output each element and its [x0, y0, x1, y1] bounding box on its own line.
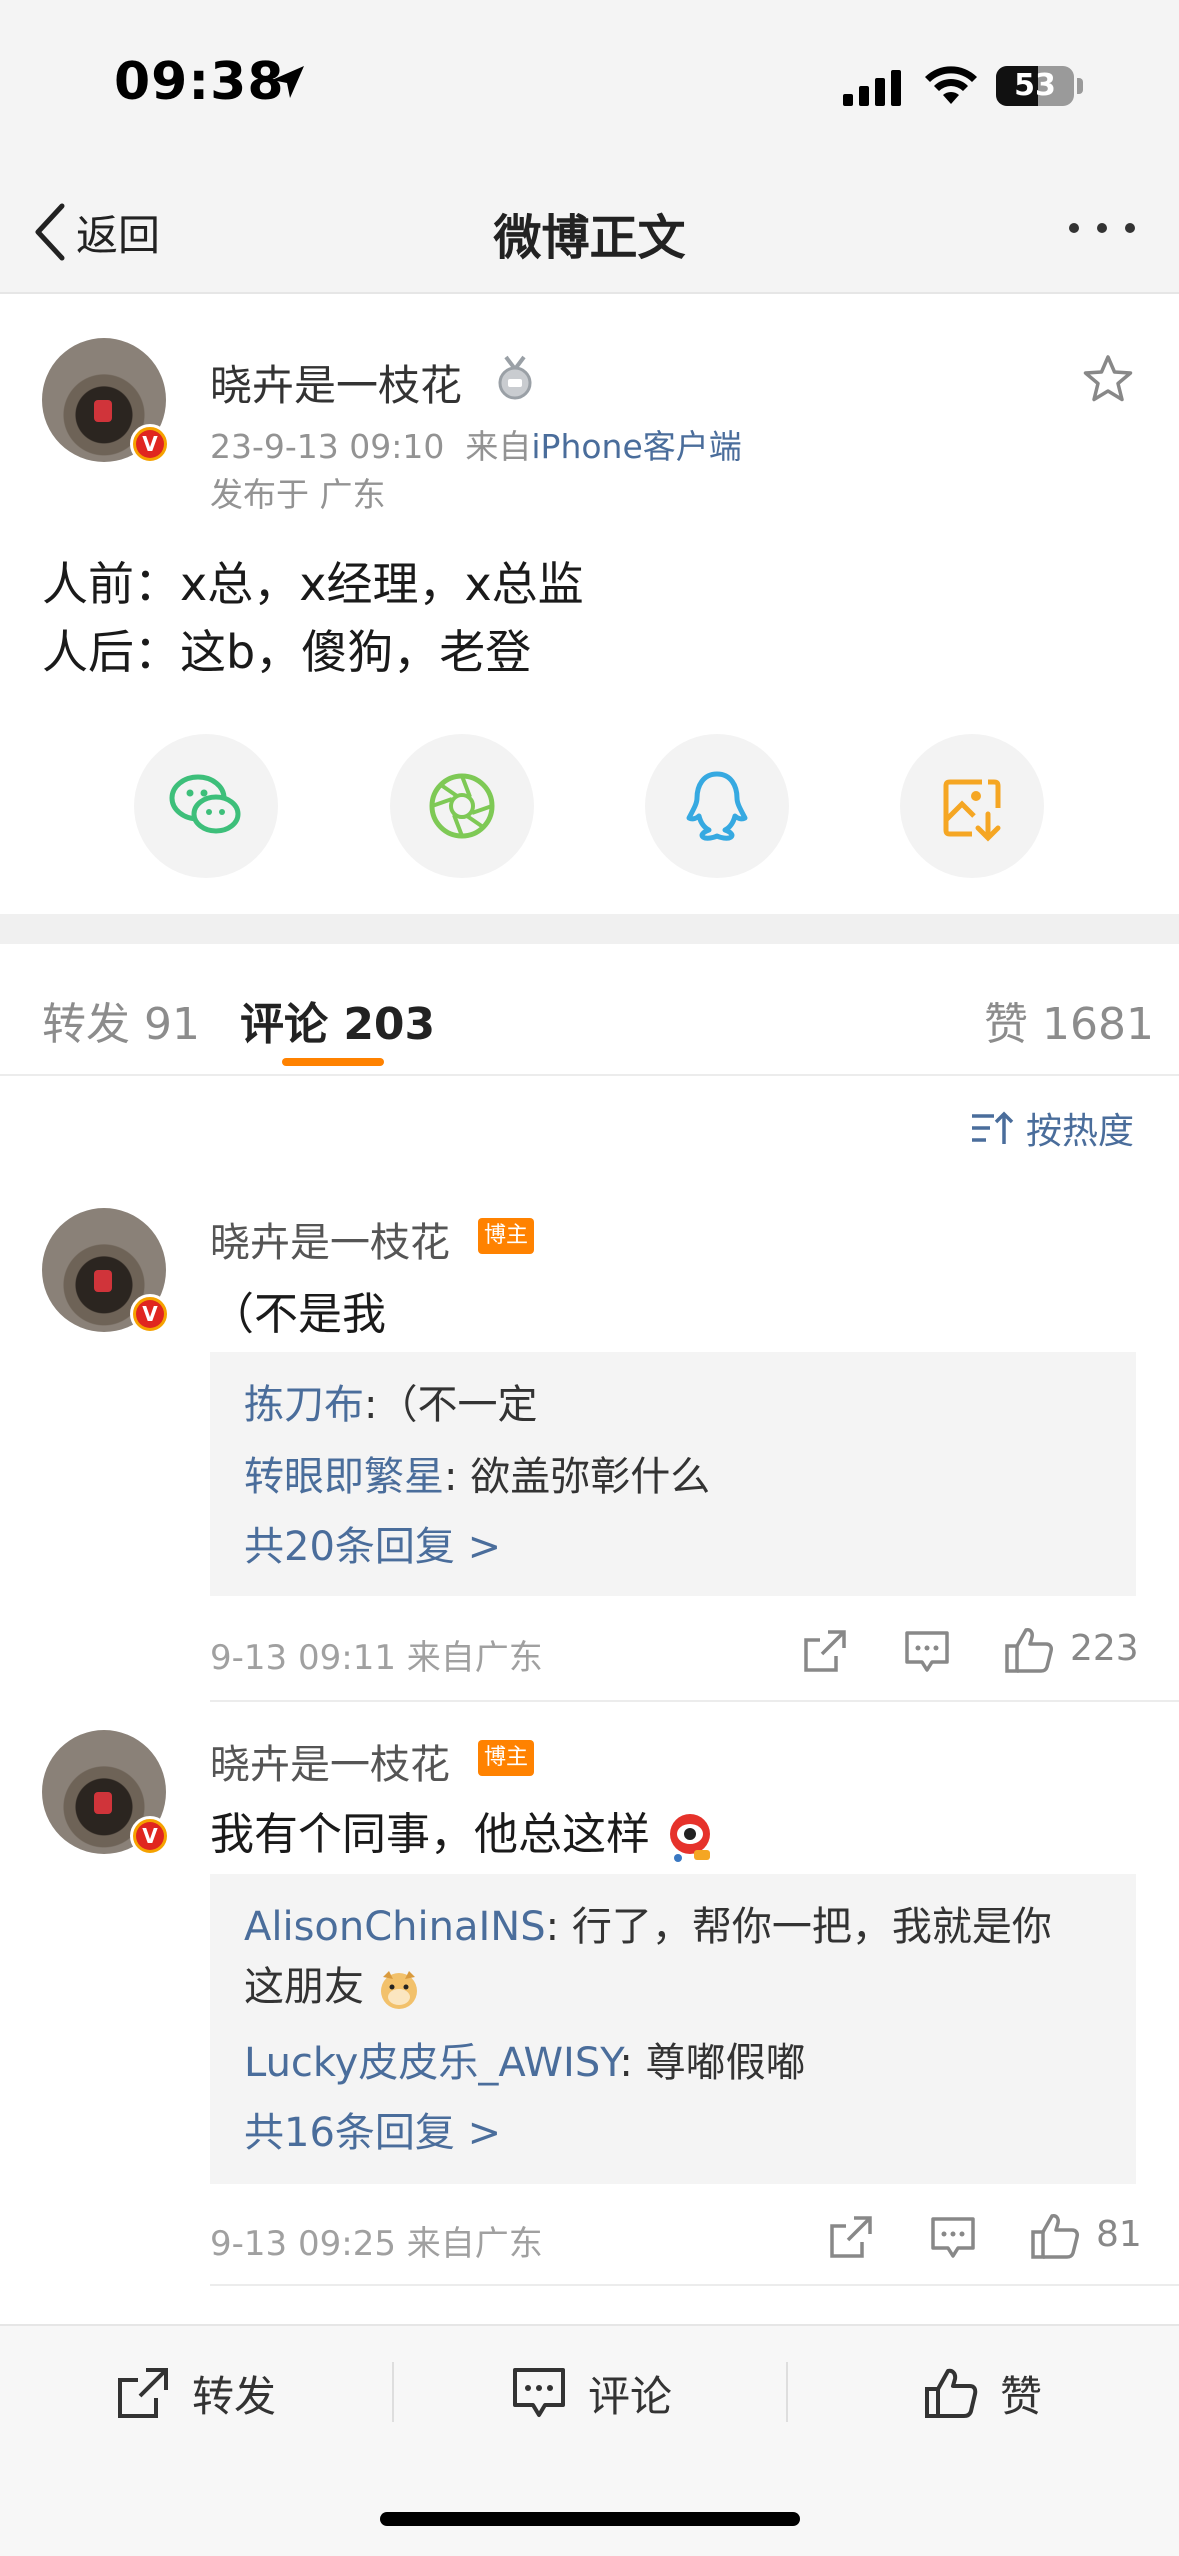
view-more-replies-link[interactable]: 共16条回复 > [244, 2100, 501, 2158]
reply-line: 拣刀布:（不一定 [244, 1372, 537, 1430]
reply-line: 转眼即繁星: 欲盖弥彰什么 [244, 1444, 710, 1502]
post-text-line-1: 人前：x总，x经理，x总监 [42, 557, 584, 611]
share-wechat-button[interactable] [134, 734, 278, 878]
comment-icon[interactable] [904, 1630, 950, 1674]
reply-text: : 尊嘟假嘟 [619, 2040, 806, 2086]
view-more-replies-link[interactable]: 共20条回复 > [244, 1514, 501, 1572]
comment-divider [210, 2284, 1179, 2286]
medal-icon [498, 355, 532, 400]
tab-comments[interactable]: 评论 203 [240, 988, 435, 1052]
section-divider [0, 914, 1179, 944]
repost-icon[interactable] [828, 2214, 874, 2260]
comment-meta: 9-13 09:25 来自广东 [210, 2224, 543, 2264]
verified-badge-icon: V [130, 424, 170, 464]
comment-avatar[interactable]: V [42, 1730, 170, 1856]
like-count: 81 [1096, 2214, 1142, 2255]
weibo-eye-emoji-icon [670, 1814, 710, 1862]
save-image-icon [943, 779, 1001, 842]
home-indicator[interactable] [380, 2512, 800, 2526]
avatar[interactable]: V [42, 338, 170, 464]
qq-icon [686, 771, 748, 841]
bottom-comment-button[interactable]: 评论 [512, 2360, 672, 2426]
reply-line: Lucky皮皮乐_AWISY: 尊嘟假嘟 [244, 2030, 806, 2088]
reply-author[interactable]: Lucky皮皮乐_AWISY [244, 2040, 619, 2086]
bottom-repost-button[interactable]: 转发 [116, 2360, 276, 2426]
verified-badge-icon: V [130, 1816, 170, 1856]
like-icon[interactable] [1004, 1626, 1054, 1674]
author-badge: 博主 [478, 1740, 534, 1776]
battery-percent: 53 [1014, 68, 1056, 103]
doge-emoji-icon [380, 1971, 417, 2009]
verified-badge-icon: V [130, 1294, 170, 1334]
more-icon[interactable] [1066, 220, 1138, 236]
post-location: 发布于 广东 [210, 475, 386, 514]
comment-text-content: 我有个同事，他总这样 [210, 1809, 650, 1860]
page-title: 微博正文 [493, 210, 686, 266]
share-moments-button[interactable] [390, 734, 534, 878]
comment-icon [513, 2368, 565, 2417]
like-count: 223 [1070, 1628, 1139, 1669]
reply-preview-box[interactable]: AlisonChinaINS: 行了，帮你一把，我就是你 这朋友 Lucky皮皮… [210, 1874, 1136, 2184]
bottom-separator [786, 2362, 788, 2422]
reply-line: AlisonChinaINS: 行了，帮你一把，我就是你 [244, 1894, 1052, 1952]
comment-text: 我有个同事，他总这样 [210, 1798, 718, 1864]
bottom-repost-label: 转发 [192, 2371, 277, 2421]
post-from: 来自 [465, 427, 532, 466]
post-author-name[interactable]: 晓卉是一枝花 [210, 352, 462, 413]
author-badge: 博主 [478, 1218, 534, 1254]
bottom-separator [392, 2362, 394, 2422]
save-image-button[interactable] [900, 734, 1044, 878]
battery-icon: 53 [996, 66, 1074, 106]
comment-meta: 9-13 09:11 来自广东 [210, 1638, 543, 1678]
share-qq-button[interactable] [645, 734, 789, 878]
sort-icon [972, 1111, 1014, 1144]
active-tab-indicator [282, 1058, 384, 1066]
like-icon[interactable] [1030, 2212, 1080, 2260]
sort-label: 按热度 [1026, 1111, 1135, 1152]
comment-text: （不是我 [210, 1289, 386, 1340]
post-text-line-2: 人后：这b，傻狗，老登 [42, 625, 532, 679]
comment-divider [210, 1700, 1179, 1702]
bottom-comment-label: 评论 [588, 2371, 673, 2421]
like-icon [925, 2368, 978, 2418]
favorite-star-icon[interactable] [1082, 354, 1134, 404]
reply-author[interactable]: AlisonChinaINS [244, 1904, 546, 1950]
cellular-signal-icon [843, 70, 901, 106]
battery-tip [1077, 78, 1083, 94]
wifi-icon [925, 66, 977, 104]
tab-bar: 转发 91 评论 203 赞 1681 [0, 944, 1179, 1076]
bottom-like-label: 赞 [1000, 2371, 1043, 2421]
post-source[interactable]: iPhone客户端 [531, 427, 741, 466]
bottom-like-button[interactable]: 赞 [924, 2360, 1042, 2426]
comment-avatar[interactable]: V [42, 1208, 170, 1334]
location-arrow-icon [272, 66, 304, 98]
tab-likes[interactable]: 赞 1681 [984, 988, 1154, 1052]
reply-text: :（不一定 [364, 1382, 538, 1428]
post-date: 23-9-13 09:10 [210, 427, 445, 466]
tab-repost[interactable]: 转发 91 [42, 988, 200, 1052]
reply-author[interactable]: 转眼即繁星 [244, 1454, 444, 1500]
reply-author[interactable]: 拣刀布 [244, 1382, 364, 1428]
comment-icon[interactable] [930, 2216, 976, 2260]
nav-bar: 返回 微博正文 [0, 170, 1179, 294]
reply-text: : 欲盖弥彰什么 [444, 1454, 711, 1500]
comment-author-name[interactable]: 晓卉是一枝花 [210, 1732, 450, 1790]
status-bar: 09:38 53 [0, 0, 1179, 170]
status-time: 09:38 [114, 52, 285, 112]
reply-text: : 行了，帮你一把，我就是你 [545, 1904, 1052, 1950]
reply-line-continued: 这朋友 [244, 1954, 421, 2012]
post-meta: 23-9-13 09:10 来自iPhone客户端 [210, 420, 742, 468]
wechat-icon [169, 774, 241, 834]
comment-author-name[interactable]: 晓卉是一枝花 [210, 1210, 450, 1268]
reply-text-continued: 这朋友 [244, 1964, 364, 2010]
moments-icon [429, 773, 495, 839]
sort-by-hot-button[interactable]: 按热度 [970, 1102, 1134, 1154]
repost-icon [118, 2368, 168, 2418]
reply-preview-box[interactable]: 拣刀布:（不一定 转眼即繁星: 欲盖弥彰什么 共20条回复 > [210, 1352, 1136, 1596]
repost-icon[interactable] [802, 1628, 848, 1674]
